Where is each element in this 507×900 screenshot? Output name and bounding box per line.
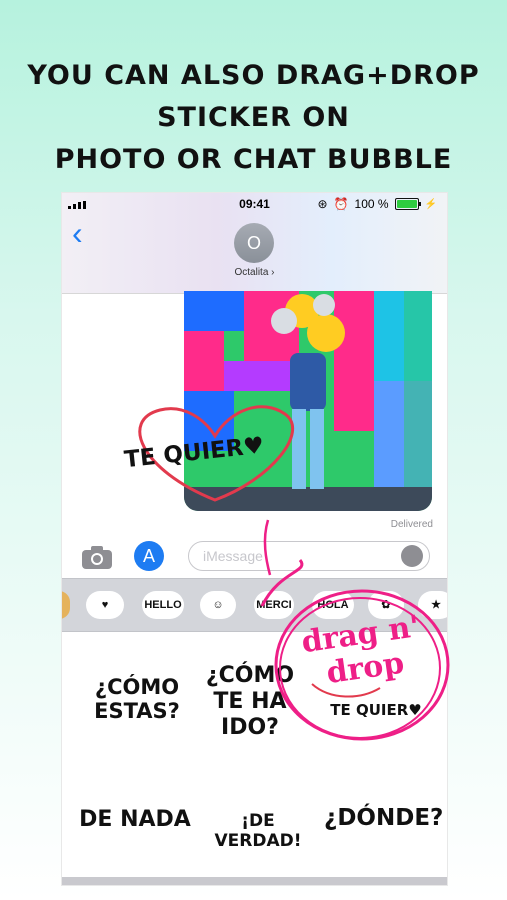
imessage-input[interactable]: iMessage [188,541,430,571]
microphone-icon[interactable] [401,545,423,567]
bottom-bar [62,877,447,885]
contact-avatar[interactable]: O [234,223,274,263]
battery-fill [396,200,417,208]
battery-icon [394,198,421,210]
lock-rotation-icon: ⊛ [317,197,328,211]
face-sticker-icon[interactable]: ☺ [200,591,236,619]
sticker-de-verdad[interactable]: ¡DE VERDAD! [196,811,320,851]
delivered-label: Delivered [390,519,433,530]
battery-percent: 100 % [354,197,389,211]
back-chevron-icon[interactable]: ‹ [72,217,88,249]
input-row: A iMessage [62,535,447,575]
heart-sticker-icon[interactable]: ♥ [86,591,124,619]
camera-icon[interactable] [80,543,114,571]
conversation-header: 09:41 ⊛ ⏰ 100 % ⚡ ‹ O Octalita › [62,193,447,294]
headline: YOU CAN ALSO DRAG+DROP STICKER ON PHOTO … [0,55,507,181]
sticker-pack-merci[interactable]: MERCI [254,591,294,619]
imessage-placeholder: iMessage [203,548,263,564]
status-bar: 09:41 ⊛ ⏰ 100 % ⚡ [62,193,447,215]
alarm-icon: ⏰ [333,197,349,211]
app-store-icon[interactable]: A [134,541,164,571]
avatar-initial: O [246,232,261,253]
sticker-pack-hola[interactable]: HOLA [312,591,354,619]
sticker-donde[interactable]: ¿DÓNDE? [324,805,443,831]
sticker-te-quiero[interactable]: TE QUIER♥ [320,701,432,719]
headline-line-1: YOU CAN ALSO DRAG+DROP STICKER ON [27,60,480,133]
contact-name[interactable]: Octalita › [62,267,447,278]
phone-screen: 09:41 ⊛ ⏰ 100 % ⚡ ‹ O Octalita › Deliver… [62,193,447,885]
sticker-pack-partial[interactable] [62,591,70,619]
status-right: ⊛ ⏰ 100 % ⚡ [318,197,438,211]
photo-message[interactable] [184,291,432,511]
headline-line-2: PHOTO OR CHAT BUBBLE [54,144,453,175]
sticker-de-nada[interactable]: DE NADA [76,807,194,832]
sticker-como-estas[interactable]: ¿CÓMO ESTAS? [82,675,192,723]
charging-icon: ⚡ [424,198,437,210]
sticker-pack-hello[interactable]: HELLO [142,591,184,619]
photo-image [184,291,432,511]
sticker-como-te-ha-ido[interactable]: ¿CÓMO TE HA IDO? [200,663,300,741]
